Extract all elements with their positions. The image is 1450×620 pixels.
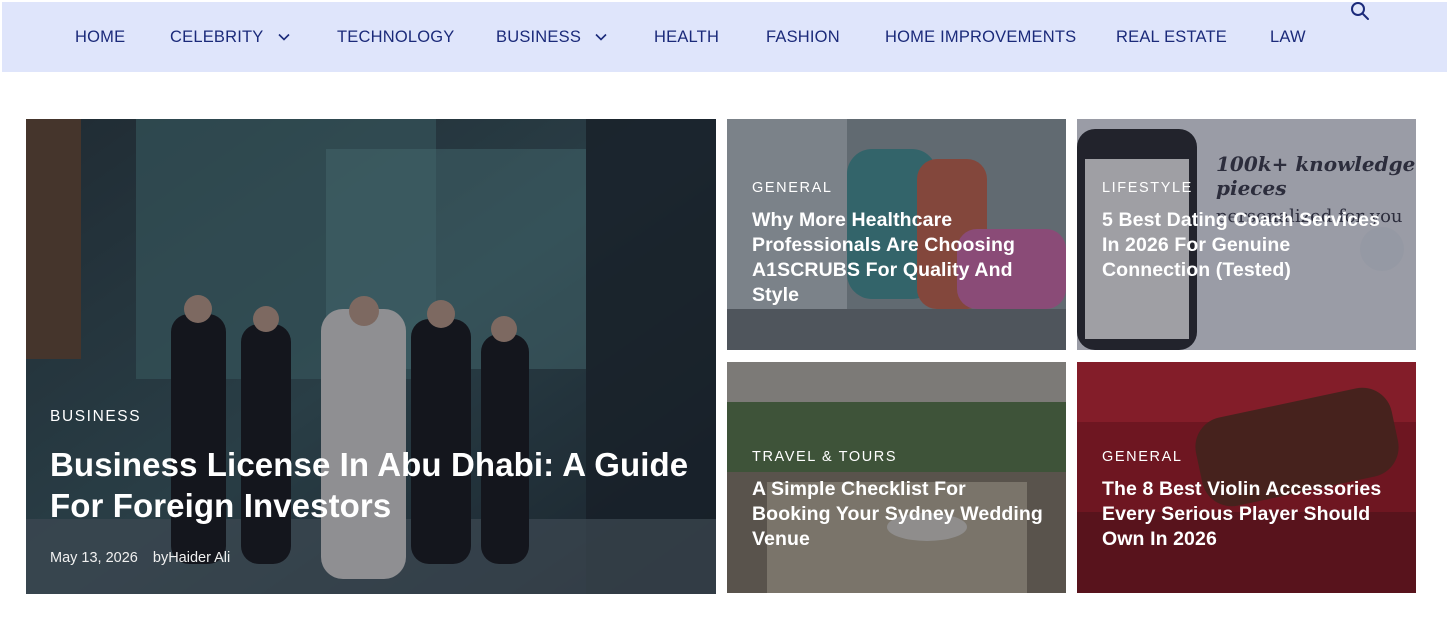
post-title[interactable]: A Simple Checklist For Booking Your Sydn… [752, 477, 1048, 552]
post-category[interactable]: GENERAL [752, 180, 1048, 196]
nav-item-law[interactable]: LAW [1270, 2, 1306, 72]
post-text: TRAVEL & TOURS A Simple Checklist For Bo… [752, 449, 1048, 552]
nav-item-label: BUSINESS [496, 27, 582, 46]
nav-item-home[interactable]: HOME [75, 2, 125, 72]
post-date: May 13, 2026 [50, 550, 138, 566]
post-category[interactable]: TRAVEL & TOURS [752, 449, 1048, 465]
post-category[interactable]: GENERAL [1102, 449, 1398, 465]
chevron-down-icon [595, 31, 607, 43]
post-card[interactable]: 100k+ knowledge pieces personalized for … [1077, 119, 1416, 350]
nav-item-home-improvements[interactable]: HOME IMPROVEMENTS [885, 2, 1076, 72]
post-card[interactable]: GENERAL The 8 Best Violin Accessories Ev… [1077, 362, 1416, 593]
main-nav: HOME CELEBRITY TECHNOLOGY BUSINESS HEALT… [2, 1, 1447, 72]
nav-item-technology[interactable]: TECHNOLOGY [337, 2, 455, 72]
post-card[interactable]: GENERAL Why More Healthcare Professional… [727, 119, 1066, 350]
post-text: GENERAL Why More Healthcare Professional… [752, 180, 1048, 308]
search-button[interactable] [1349, 1, 1371, 26]
post-category[interactable]: BUSINESS [50, 408, 698, 426]
featured-post-text: BUSINESS Business License In Abu Dhabi: … [50, 408, 698, 566]
featured-post-card[interactable]: BUSINESS Business License In Abu Dhabi: … [26, 119, 716, 594]
post-text: LIFESTYLE 5 Best Dating Coach Services I… [1102, 180, 1398, 283]
nav-item-health[interactable]: HEALTH [654, 2, 719, 72]
nav-item-fashion[interactable]: FASHION [766, 2, 840, 72]
post-category[interactable]: LIFESTYLE [1102, 180, 1398, 196]
nav-item-real-estate[interactable]: REAL ESTATE [1116, 2, 1227, 72]
post-title[interactable]: Why More Healthcare Professionals Are Ch… [752, 208, 1048, 308]
search-icon [1350, 1, 1370, 26]
post-text: GENERAL The 8 Best Violin Accessories Ev… [1102, 449, 1398, 552]
post-meta: May 13, 2026 byHaider Ali [50, 550, 698, 566]
post-title[interactable]: 5 Best Dating Coach Services In 2026 For… [1102, 208, 1398, 283]
post-title[interactable]: Business License In Abu Dhabi: A Guide F… [50, 444, 698, 526]
chevron-down-icon [277, 31, 290, 43]
nav-item-business[interactable]: BUSINESS [496, 2, 607, 72]
post-card[interactable]: TRAVEL & TOURS A Simple Checklist For Bo… [727, 362, 1066, 593]
post-title[interactable]: The 8 Best Violin Accessories Every Seri… [1102, 477, 1398, 552]
nav-item-label: CELEBRITY [170, 27, 264, 46]
post-author[interactable]: byHaider Ali [153, 550, 230, 566]
nav-item-celebrity[interactable]: CELEBRITY [170, 2, 290, 72]
